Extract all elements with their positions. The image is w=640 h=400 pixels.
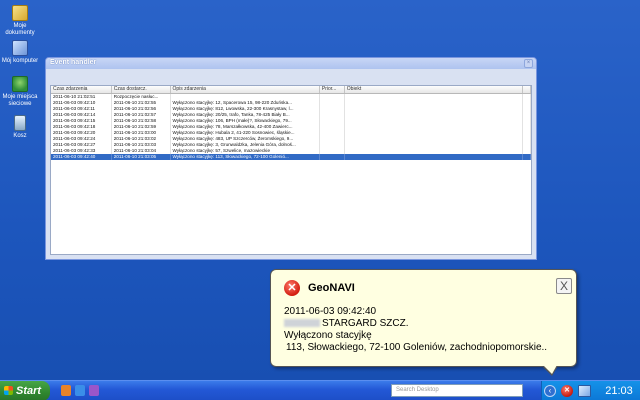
balloon-location: STARGARD SZCZ. bbox=[284, 318, 408, 330]
column-header[interactable] bbox=[523, 86, 531, 93]
start-label: Start bbox=[16, 385, 42, 397]
desktop-icon-recycle-bin[interactable]: Kosz bbox=[0, 115, 40, 140]
balloon-city: STARGARD SZCZ. bbox=[322, 318, 409, 329]
geonavi-tray-icon[interactable]: ✕ bbox=[561, 385, 573, 397]
table-row[interactable]: 2011-06-03 09:42:40 2011-06-10 21:03:05 Wy… bbox=[51, 154, 531, 160]
table-cell bbox=[523, 154, 531, 160]
media-icon[interactable] bbox=[89, 385, 99, 396]
notification-balloon[interactable]: ✕ GeoNAVI X 2011-06-03 09:42:40 STARGARD… bbox=[270, 269, 577, 376]
event-grid: Czas zdarzenia Czas dostarcz. Opis zdarz… bbox=[50, 85, 532, 255]
table-cell bbox=[345, 154, 524, 160]
table-cell: Wyłączono stacyjkę: 113, Słowackiego, 72… bbox=[171, 154, 320, 160]
column-header[interactable]: Czas zdarzenia bbox=[51, 86, 112, 93]
computer-icon bbox=[12, 40, 28, 56]
table-cell: 2011-06-03 09:42:40 bbox=[51, 154, 112, 160]
balloon-close-button[interactable]: X bbox=[556, 278, 572, 294]
recycle-bin-icon bbox=[14, 115, 26, 131]
redacted-text bbox=[284, 319, 320, 327]
balloon-tail bbox=[543, 365, 557, 374]
grid-header: Czas zdarzenia Czas dostarcz. Opis zdarz… bbox=[51, 86, 531, 94]
error-icon: ✕ bbox=[284, 280, 300, 296]
desktop-icon-my-documents[interactable]: Moje dokumenty bbox=[0, 5, 40, 37]
column-header[interactable]: Obiekt bbox=[345, 86, 524, 93]
balloon-address: 113, Słowackiego, 72-100 Goleniów, zacho… bbox=[286, 342, 548, 353]
table-cell bbox=[320, 154, 345, 160]
column-header[interactable]: Czas dostarcz. bbox=[112, 86, 171, 93]
tray-expand-icon[interactable]: ‹ bbox=[544, 385, 556, 397]
balloon-title: GeoNAVI bbox=[308, 282, 355, 294]
balloon-timestamp: 2011-06-03 09:42:40 bbox=[284, 306, 377, 317]
event-handler-window: Event handler × Czas zdarzenia Czas dost… bbox=[45, 57, 537, 260]
folder-icon bbox=[12, 5, 28, 21]
balloon-event: Wyłączono stacyjkę bbox=[284, 330, 372, 341]
desktop-icon-network-places[interactable]: Moje miejsca sieciowe bbox=[0, 76, 40, 108]
desktop-icon-label: Moje miejsca sieciowe bbox=[2, 94, 38, 107]
network-tray-icon[interactable] bbox=[578, 385, 591, 397]
desktop-search-input[interactable]: Search Desktop bbox=[391, 384, 523, 397]
column-header[interactable]: Prior... bbox=[320, 86, 345, 93]
grid-body: 2011-06-10 21:02:51 Rozpoczęcie nasłuc...… bbox=[51, 94, 531, 160]
desktop-icon-label: Kosz bbox=[13, 133, 27, 139]
clock[interactable]: 21:03 bbox=[599, 381, 639, 400]
start-button[interactable]: Start bbox=[0, 381, 50, 400]
column-header[interactable]: Opis zdarzenia bbox=[171, 86, 320, 93]
network-icon bbox=[12, 76, 28, 92]
table-cell: 2011-06-10 21:03:05 bbox=[112, 154, 171, 160]
taskbar: Start Search Desktop ‹ ✕ 21:03 bbox=[0, 380, 640, 400]
window-title: Event handler bbox=[50, 59, 97, 66]
window-titlebar[interactable]: Event handler bbox=[46, 58, 536, 69]
windows-logo-icon bbox=[4, 386, 13, 395]
desktop-icon-my-computer[interactable]: Mój komputer bbox=[0, 40, 40, 65]
system-tray: ‹ ✕ 21:03 bbox=[541, 381, 640, 400]
desktop-icon-label: Moje dokumenty bbox=[5, 23, 35, 36]
firefox-icon[interactable] bbox=[61, 385, 71, 396]
desktop-icon-label: Mój komputer bbox=[1, 58, 39, 64]
explorer-icon[interactable] bbox=[75, 385, 85, 396]
window-close-button[interactable]: × bbox=[524, 59, 533, 68]
